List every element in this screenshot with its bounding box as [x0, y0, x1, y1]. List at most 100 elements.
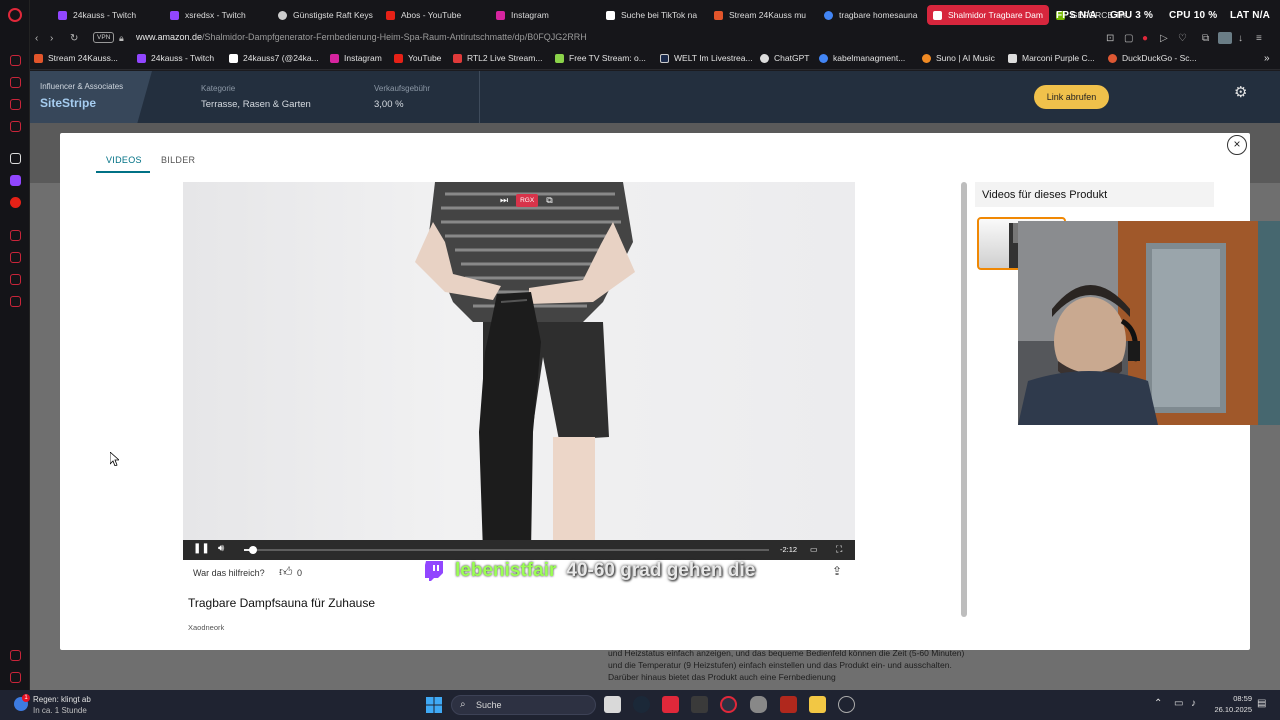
file-manager-icon[interactable] [604, 696, 621, 713]
bookmark[interactable]: kabelmanagment... [819, 53, 905, 63]
opera-gx-icon[interactable] [720, 696, 737, 713]
heart-icon[interactable]: ♡ [1178, 33, 1187, 44]
aria-icon[interactable] [10, 55, 21, 66]
webcam-feed [1018, 221, 1280, 425]
bookmark[interactable]: RTL2 Live Stream... [453, 53, 542, 63]
close-button[interactable]: × [1227, 135, 1247, 155]
avatar[interactable] [1218, 32, 1232, 44]
pip-icon[interactable]: ⧉ [546, 195, 552, 206]
chevron-up-icon[interactable]: ⌃ [1154, 698, 1162, 709]
bookmark[interactable]: ChatGPT [760, 53, 809, 63]
twitch-icon[interactable] [10, 175, 21, 186]
browser-tab[interactable]: Suche bei TikTok na [606, 5, 706, 25]
bookmark[interactable]: WELT Im Livestrea... [660, 53, 753, 63]
bookmark[interactable]: Suno | AI Music [922, 53, 995, 63]
history-icon[interactable] [10, 252, 21, 263]
bookmark-label: RTL2 Live Stream... [467, 53, 543, 63]
browser-tab[interactable]: Stream 24Kauss mu [714, 5, 814, 25]
reload-icon[interactable]: ↻ [70, 33, 78, 44]
tab-strip: 24kauss - Twitch xsredsx - Twitch Günsti… [30, 0, 1280, 30]
tiktok-icon[interactable] [10, 153, 21, 164]
browser-tab[interactable]: Abos - YouTube [386, 5, 491, 25]
mouse-app-icon[interactable] [750, 696, 767, 713]
tv-icon [555, 53, 564, 63]
whatsapp-icon[interactable] [10, 99, 21, 110]
windows-start-icon[interactable] [426, 697, 442, 713]
lock-icon[interactable]: 🔒︎ [119, 33, 124, 44]
fee-value: 3,00 % [374, 99, 404, 110]
tab-images[interactable]: BILDER [161, 155, 195, 165]
bookmark[interactable]: Instagram [330, 53, 382, 63]
category-value: Terrasse, Rasen & Garten [201, 99, 311, 110]
pause-icon[interactable]: ❚❚ [193, 543, 210, 554]
vpn-badge[interactable]: VPN [93, 32, 115, 43]
progress-track[interactable] [244, 546, 769, 554]
video-author[interactable]: Xaodneork [188, 623, 224, 632]
volume-icon[interactable]: 🔊︎ [218, 543, 224, 554]
folder-icon[interactable] [809, 696, 826, 713]
bookmark[interactable]: Marconi Purple C... [1008, 53, 1095, 63]
settings-icon[interactable] [10, 296, 21, 307]
stream-icon [714, 10, 723, 20]
speed-dial-icon[interactable] [10, 230, 21, 241]
bookmark[interactable]: Stream 24Kauss... [34, 53, 118, 63]
url-field[interactable]: www.amazon.de/Shalmidor-Dampfgenerator-F… [136, 32, 587, 42]
back-icon[interactable]: ‹ [35, 33, 38, 44]
browser-tab-active[interactable]: Shalmidor Tragbare Dam [927, 5, 1049, 25]
settings-icon[interactable] [838, 696, 855, 713]
play-icon[interactable]: ▷ [1160, 33, 1168, 44]
extensions-icon[interactable] [10, 274, 21, 285]
steam-icon[interactable] [633, 696, 650, 713]
more-icon[interactable] [10, 672, 21, 683]
system-clock[interactable]: 08:59 26.10.2025 [1212, 693, 1252, 715]
gear-icon[interactable]: ⚙ [1234, 85, 1250, 101]
tab-videos[interactable]: VIDEOS [106, 155, 142, 165]
pin-icon[interactable]: ⊡ [1106, 33, 1114, 44]
epic-games-icon[interactable] [691, 696, 708, 713]
browser-tab[interactable]: xsredsx - Twitch [170, 5, 270, 25]
overlay-badge[interactable]: RGX [516, 194, 539, 207]
taskbar-search[interactable]: ⌕ Suche [451, 695, 596, 715]
bookmark[interactable]: DuckDuckGo - Sc... [1108, 53, 1197, 63]
scrollbar[interactable] [961, 182, 967, 617]
captions-icon[interactable]: ▭ [810, 545, 818, 554]
bookmark[interactable]: Free TV Stream: o... [555, 53, 646, 63]
snapshot-icon[interactable]: ▢ [1124, 33, 1133, 44]
opera-logo-icon[interactable] [8, 8, 22, 22]
progress-handle[interactable] [248, 546, 257, 554]
weather-widget[interactable]: 1 Regen: klingt ab In ca. 1 Stunde [14, 694, 134, 716]
tiktok-icon [229, 53, 238, 63]
bookmark-label: YouTube [408, 53, 442, 63]
video-player[interactable]: ⏭ RGX ⧉ ❚❚ 🔊︎ -2:12 ▭ ⛶ [183, 182, 855, 560]
browser-tab[interactable]: Günstigste Raft Keys [278, 5, 378, 25]
thumbs-up-icon[interactable]: 👍︎ [279, 564, 294, 579]
browser-tab[interactable]: 24kauss - Twitch [58, 5, 163, 25]
tab-label: xsredsx - Twitch [185, 10, 246, 20]
instagram-icon[interactable] [10, 77, 21, 88]
tab-label: Shalmidor Tragbare Dam [948, 10, 1043, 20]
game-app-icon[interactable] [662, 696, 679, 713]
share-icon[interactable]: ⇪ [832, 564, 846, 578]
download-icon[interactable]: ↓ [1238, 33, 1243, 44]
chevron-right-icon[interactable]: » [1264, 53, 1270, 64]
bookmark[interactable]: 24kauss - Twitch [137, 53, 214, 63]
obs-app-icon[interactable] [780, 696, 797, 713]
messenger-icon[interactable] [10, 121, 21, 132]
network-icon[interactable]: ▭ [1174, 698, 1183, 709]
skip-icon[interactable]: ⏭ [500, 195, 508, 206]
browser-tab[interactable]: Instagram [496, 5, 596, 25]
menu-icon[interactable]: ≡ [1256, 33, 1262, 44]
extensions-icon[interactable]: ⧉ [1202, 33, 1209, 44]
bookmark[interactable]: YouTube [394, 53, 441, 63]
bookmark[interactable]: 24kauss7 (@24ka... [229, 53, 319, 63]
fullscreen-icon[interactable]: ⛶ [836, 544, 842, 555]
volume-icon[interactable]: ♪ [1191, 698, 1196, 709]
youtube-icon[interactable] [10, 197, 21, 208]
gx-icon[interactable] [10, 650, 21, 661]
get-link-button[interactable]: Link abrufen [1034, 85, 1109, 109]
notification-icon[interactable]: ▤ [1257, 698, 1266, 709]
forward-icon[interactable]: › [50, 33, 53, 44]
opera-ext-icon[interactable]: ● [1142, 33, 1148, 44]
instagram-icon [496, 10, 505, 20]
browser-tab[interactable]: tragbare homesauna [824, 5, 924, 25]
